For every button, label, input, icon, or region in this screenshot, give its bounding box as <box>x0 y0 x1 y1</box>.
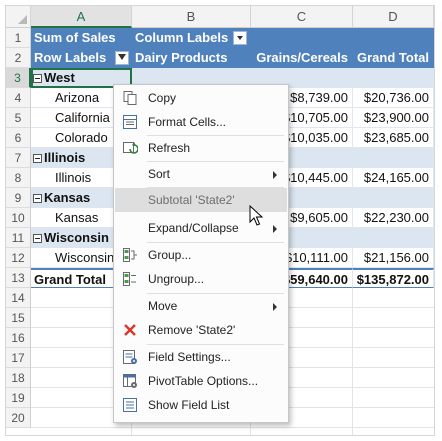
menu-item-format-cells[interactable]: Format Cells... <box>115 110 287 134</box>
pivottable-options-icon <box>123 374 137 388</box>
menu-item-group[interactable]: Group... <box>115 243 287 267</box>
row-header[interactable]: 16 <box>6 328 31 348</box>
group-west-label: West <box>44 70 75 85</box>
menu-item-label: Sort <box>148 167 171 181</box>
row-header[interactable]: 10 <box>6 208 31 228</box>
menu-item-label: Copy <box>148 91 177 105</box>
copy-icon <box>123 91 137 105</box>
menu-item-label: PivotTable Options... <box>148 374 259 388</box>
row-labels-filter-dropdown[interactable] <box>115 51 129 65</box>
row-header[interactable]: 18 <box>6 368 31 388</box>
menu-item-label: Group... <box>148 248 192 262</box>
row-header[interactable]: 9 <box>6 188 31 208</box>
menu-item-copy[interactable]: Copy <box>115 86 287 110</box>
row-header[interactable]: 19 <box>6 388 31 408</box>
mouse-pointer-icon <box>249 205 263 226</box>
column-header-dairy[interactable]: Dairy Products <box>132 48 251 68</box>
pivot-values-label[interactable]: Sum of Sales <box>31 28 132 48</box>
menu-item-field-settings[interactable]: Field Settings... <box>115 345 287 369</box>
column-header-grains[interactable]: Grains/Cereals <box>251 48 353 68</box>
row-header[interactable]: 20 <box>6 408 31 428</box>
ungroup-icon <box>123 272 136 286</box>
submenu-arrow-icon <box>273 303 277 311</box>
row-header[interactable]: 15 <box>6 308 31 328</box>
row-header[interactable]: 5 <box>6 108 31 128</box>
menu-item-label: Show Field List <box>148 398 230 412</box>
context-menu: Copy Format Cells... Refresh Sort Subtot… <box>113 84 289 423</box>
menu-item-label: Field Settings... <box>148 350 231 364</box>
row-header[interactable]: 6 <box>6 128 31 148</box>
column-header-b[interactable]: B <box>132 6 251 28</box>
row-header[interactable]: 8 <box>6 168 31 188</box>
row-header[interactable]: 2 <box>6 48 31 68</box>
collapse-icon[interactable] <box>33 194 42 203</box>
header-fill <box>353 28 434 48</box>
submenu-arrow-icon <box>273 225 277 233</box>
menu-item-label: Ungroup... <box>148 272 205 286</box>
menu-item-label: Subtotal 'State2' <box>148 193 235 207</box>
refresh-icon <box>123 142 138 154</box>
grand-total-value[interactable]: $135,872.00 <box>353 268 434 288</box>
field-settings-icon <box>123 350 137 364</box>
menu-item-label: Format Cells... <box>148 115 227 129</box>
column-labels-text: Column Labels <box>135 30 229 45</box>
column-header-a[interactable]: A <box>31 6 132 28</box>
menu-item-ungroup[interactable]: Ungroup... <box>115 267 287 291</box>
submenu-arrow-icon <box>273 171 277 179</box>
row-header[interactable]: 1 <box>6 28 31 48</box>
cell-value[interactable]: $20,736.00 <box>353 88 434 108</box>
group-icon <box>123 248 137 262</box>
column-header-c[interactable]: C <box>251 6 353 28</box>
menu-item-pivottable-options[interactable]: PivotTable Options... <box>115 369 287 393</box>
menu-item-label: Move <box>148 299 178 313</box>
select-all-corner[interactable] <box>6 6 31 28</box>
remove-icon <box>124 324 136 336</box>
row-header[interactable]: 4 <box>6 88 31 108</box>
menu-item-refresh[interactable]: Refresh <box>115 136 287 160</box>
menu-item-remove[interactable]: Remove 'State2' <box>115 318 287 342</box>
cell-value[interactable]: $23,685.00 <box>353 128 434 148</box>
cell-value[interactable]: $23,900.00 <box>353 108 434 128</box>
format-cells-icon <box>123 115 137 129</box>
row-header[interactable]: 12 <box>6 248 31 268</box>
column-header-d[interactable]: D <box>353 6 434 28</box>
menu-item-label: Refresh <box>148 141 191 155</box>
column-header-grand-total[interactable]: Grand Total <box>353 48 434 68</box>
row-labels-text: Row Labels <box>34 50 107 65</box>
row-header[interactable]: 14 <box>6 288 31 308</box>
group-wisconsin-label: Wisconsin <box>44 230 109 245</box>
row-header-selected[interactable]: 3 <box>6 68 31 88</box>
menu-item-show-field-list[interactable]: Show Field List <box>115 393 287 417</box>
menu-item-sort[interactable]: Sort <box>115 162 287 186</box>
menu-item-label: Expand/Collapse <box>148 221 239 235</box>
collapse-icon[interactable] <box>33 234 42 243</box>
row-header[interactable]: 11 <box>6 228 31 248</box>
cell-value[interactable]: $24,165.00 <box>353 168 434 188</box>
field-list-icon <box>123 398 137 412</box>
row-header[interactable]: 17 <box>6 348 31 368</box>
collapse-icon[interactable] <box>33 74 42 83</box>
collapse-icon[interactable] <box>33 154 42 163</box>
menu-item-label: Remove 'State2' <box>148 323 236 337</box>
group-illinois-label: Illinois <box>44 150 86 165</box>
row-header[interactable]: 7 <box>6 148 31 168</box>
menu-item-move[interactable]: Move <box>115 294 287 318</box>
cell-value[interactable]: $21,156.00 <box>353 248 434 268</box>
group-kansas-label: Kansas <box>44 190 91 205</box>
cell-value[interactable]: $22,230.00 <box>353 208 434 228</box>
row-header[interactable]: 13 <box>6 268 31 288</box>
column-labels-dropdown[interactable] <box>233 31 247 45</box>
